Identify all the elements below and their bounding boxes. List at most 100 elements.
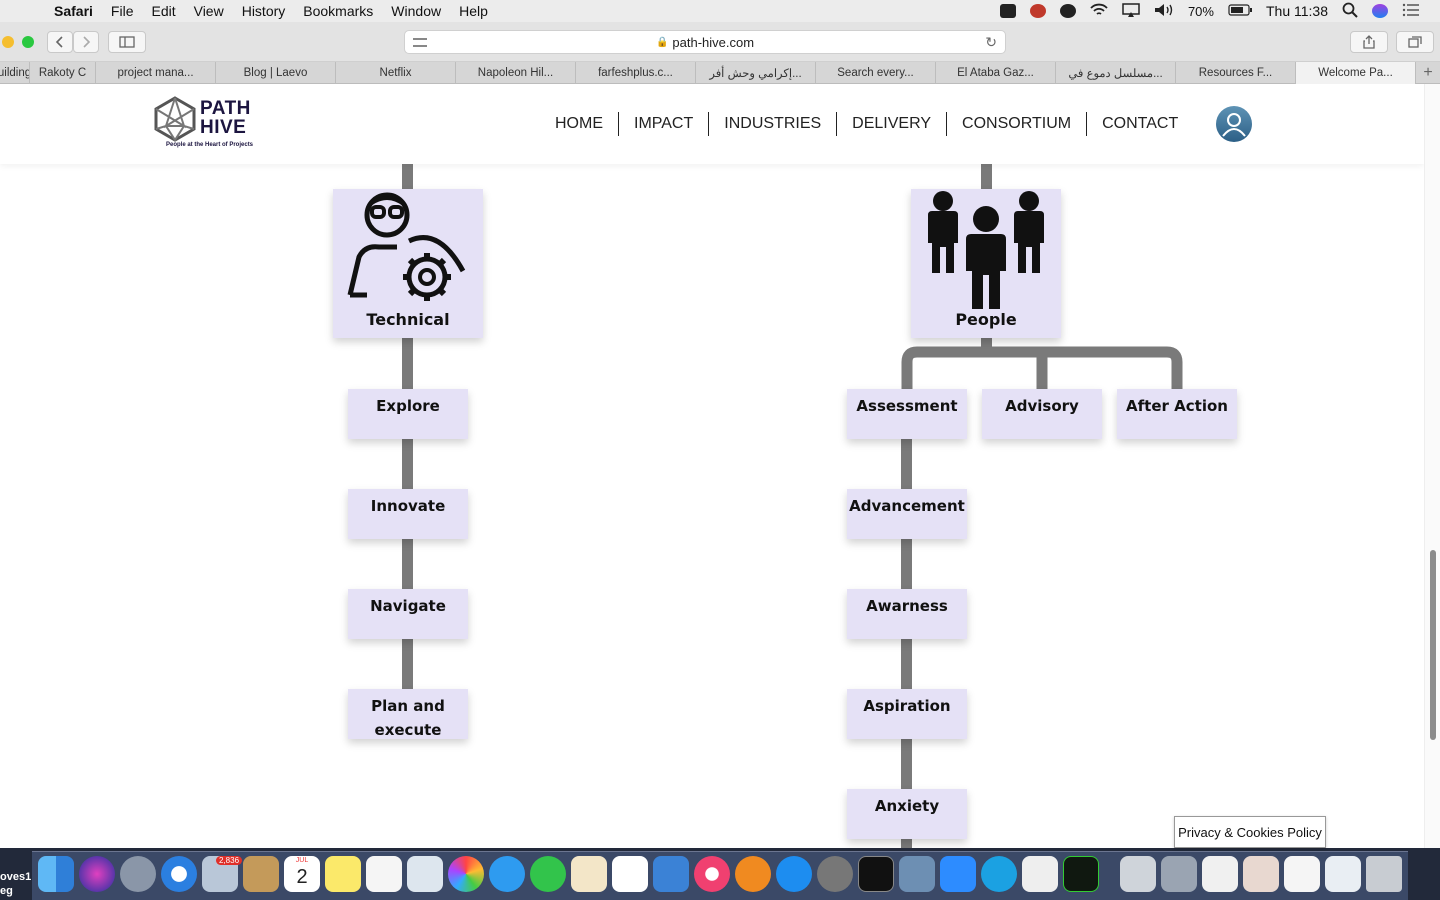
- focus-status-icon[interactable]: [1029, 4, 1046, 18]
- browser-tab[interactable]: إكرامي وحش أفر...: [696, 62, 816, 84]
- plan-and-execute-card[interactable]: Plan and execute: [348, 689, 468, 739]
- browser-tab[interactable]: Rakoty C: [30, 62, 96, 84]
- document-thumbnail[interactable]: [1325, 856, 1361, 892]
- airplay-icon[interactable]: [1122, 2, 1140, 20]
- battery-icon[interactable]: [1228, 3, 1252, 19]
- menu-bookmarks[interactable]: Bookmarks: [303, 3, 373, 19]
- pages-icon[interactable]: [571, 856, 607, 892]
- notification-center-icon[interactable]: [1402, 3, 1420, 20]
- system-preferences-icon[interactable]: [817, 856, 853, 892]
- innovate-card[interactable]: Innovate: [348, 489, 468, 539]
- document-thumbnail[interactable]: [1284, 856, 1320, 892]
- advisory-card[interactable]: Advisory: [982, 389, 1102, 439]
- assessment-card[interactable]: Assessment: [847, 389, 967, 439]
- menu-help[interactable]: Help: [459, 3, 488, 19]
- menu-history[interactable]: History: [242, 3, 286, 19]
- notes-icon[interactable]: [325, 856, 361, 892]
- forward-button[interactable]: [73, 31, 99, 53]
- awarness-card[interactable]: Awarness: [847, 589, 967, 639]
- people-card[interactable]: People: [911, 189, 1061, 338]
- back-button[interactable]: [47, 31, 73, 53]
- path-hive-logo[interactable]: PATH HIVE People at the Heart of Project…: [152, 94, 262, 152]
- zoom-status-icon[interactable]: [999, 4, 1016, 18]
- contacts-icon[interactable]: [243, 856, 279, 892]
- numbers-icon[interactable]: [612, 856, 648, 892]
- anxiety-card[interactable]: Anxiety: [847, 789, 967, 839]
- app-store-icon[interactable]: [776, 856, 812, 892]
- new-tab-button[interactable]: +: [1416, 62, 1440, 84]
- fullscreen-window-button[interactable]: [22, 36, 34, 48]
- menu-window[interactable]: Window: [391, 3, 441, 19]
- nav-home[interactable]: HOME: [540, 112, 618, 136]
- skype-icon[interactable]: [981, 856, 1017, 892]
- messages-icon[interactable]: [489, 856, 525, 892]
- trash-icon[interactable]: [1366, 856, 1402, 892]
- reminders-icon[interactable]: [366, 856, 402, 892]
- clock[interactable]: Thu 11:38: [1266, 3, 1328, 19]
- document-thumbnail[interactable]: [1202, 856, 1238, 892]
- photos-icon[interactable]: [448, 856, 484, 892]
- textedit-icon[interactable]: [1022, 856, 1058, 892]
- reload-icon[interactable]: ↻: [985, 34, 997, 51]
- nav-impact[interactable]: IMPACT: [618, 112, 708, 136]
- nav-contact[interactable]: CONTACT: [1086, 112, 1193, 136]
- browser-tab[interactable]: مسلسل دموع في...: [1056, 62, 1176, 84]
- desktop-file-label[interactable]: oves1 eg: [0, 870, 31, 898]
- image-capture-icon[interactable]: [899, 856, 935, 892]
- share-button[interactable]: [1350, 31, 1388, 53]
- page-scrollbar[interactable]: [1424, 84, 1440, 848]
- nav-industries[interactable]: INDUSTRIES: [708, 112, 836, 136]
- volume-icon[interactable]: [1154, 3, 1174, 20]
- vpn-status-icon[interactable]: [1059, 4, 1076, 18]
- finder-icon[interactable]: [38, 856, 74, 892]
- browser-tab[interactable]: project mana...: [96, 62, 216, 84]
- scrollbar-thumb[interactable]: [1430, 550, 1436, 740]
- after-action-card[interactable]: After Action: [1117, 389, 1237, 439]
- menu-view[interactable]: View: [194, 3, 224, 19]
- menu-edit[interactable]: Edit: [151, 3, 175, 19]
- nav-consortium[interactable]: CONSORTIUM: [946, 112, 1086, 136]
- preview-icon[interactable]: [407, 856, 443, 892]
- zoom-app-icon[interactable]: [940, 856, 976, 892]
- document-thumbnail[interactable]: [1161, 856, 1197, 892]
- browser-tab[interactable]: Blog | Laevo: [216, 62, 336, 84]
- itunes-icon[interactable]: [694, 856, 730, 892]
- spotlight-search-icon[interactable]: [1342, 2, 1358, 21]
- document-thumbnail[interactable]: [1120, 856, 1156, 892]
- explore-card[interactable]: Explore: [348, 389, 468, 439]
- safari-dock-icon[interactable]: [161, 856, 197, 892]
- books-icon[interactable]: [735, 856, 771, 892]
- browser-tab[interactable]: El Ataba Gaz...: [936, 62, 1056, 84]
- facetime-icon[interactable]: [530, 856, 566, 892]
- address-bar[interactable]: 🔒 path-hive.com ↻: [404, 30, 1006, 54]
- advancement-card[interactable]: Advancement: [847, 489, 967, 539]
- browser-tab[interactable]: farfeshplus.c...: [576, 62, 696, 84]
- privacy-cookies-policy-button[interactable]: Privacy & Cookies Policy: [1174, 816, 1326, 848]
- keynote-icon[interactable]: [653, 856, 689, 892]
- menu-file[interactable]: File: [111, 3, 134, 19]
- browser-tab[interactable]: uilding: [0, 62, 30, 84]
- aspiration-card[interactable]: Aspiration: [847, 689, 967, 739]
- document-thumbnail[interactable]: [1243, 856, 1279, 892]
- menu-app-name[interactable]: Safari: [54, 3, 93, 19]
- terminal-icon[interactable]: [858, 856, 894, 892]
- browser-tab[interactable]: Netflix: [336, 62, 456, 84]
- user-account-button[interactable]: [1216, 106, 1252, 142]
- browser-tab[interactable]: Search every...: [816, 62, 936, 84]
- reader-view-icon[interactable]: [413, 38, 427, 47]
- siri-dock-icon[interactable]: [79, 856, 115, 892]
- activity-monitor-icon[interactable]: [1063, 856, 1099, 892]
- siri-icon[interactable]: [1372, 4, 1388, 18]
- wifi-icon[interactable]: [1090, 3, 1108, 20]
- browser-tab[interactable]: Napoleon Hil...: [456, 62, 576, 84]
- nav-delivery[interactable]: DELIVERY: [836, 112, 946, 136]
- browser-tab-active[interactable]: Welcome Pa...: [1296, 62, 1416, 84]
- minimize-window-button[interactable]: [2, 36, 14, 48]
- launchpad-icon[interactable]: [120, 856, 156, 892]
- sidebar-toggle-button[interactable]: [108, 31, 146, 53]
- browser-tab[interactable]: Resources F...: [1176, 62, 1296, 84]
- tab-overview-button[interactable]: [1396, 31, 1434, 53]
- navigate-card[interactable]: Navigate: [348, 589, 468, 639]
- technical-card[interactable]: Technical: [333, 189, 483, 338]
- calendar-icon[interactable]: JUL 2: [284, 856, 320, 892]
